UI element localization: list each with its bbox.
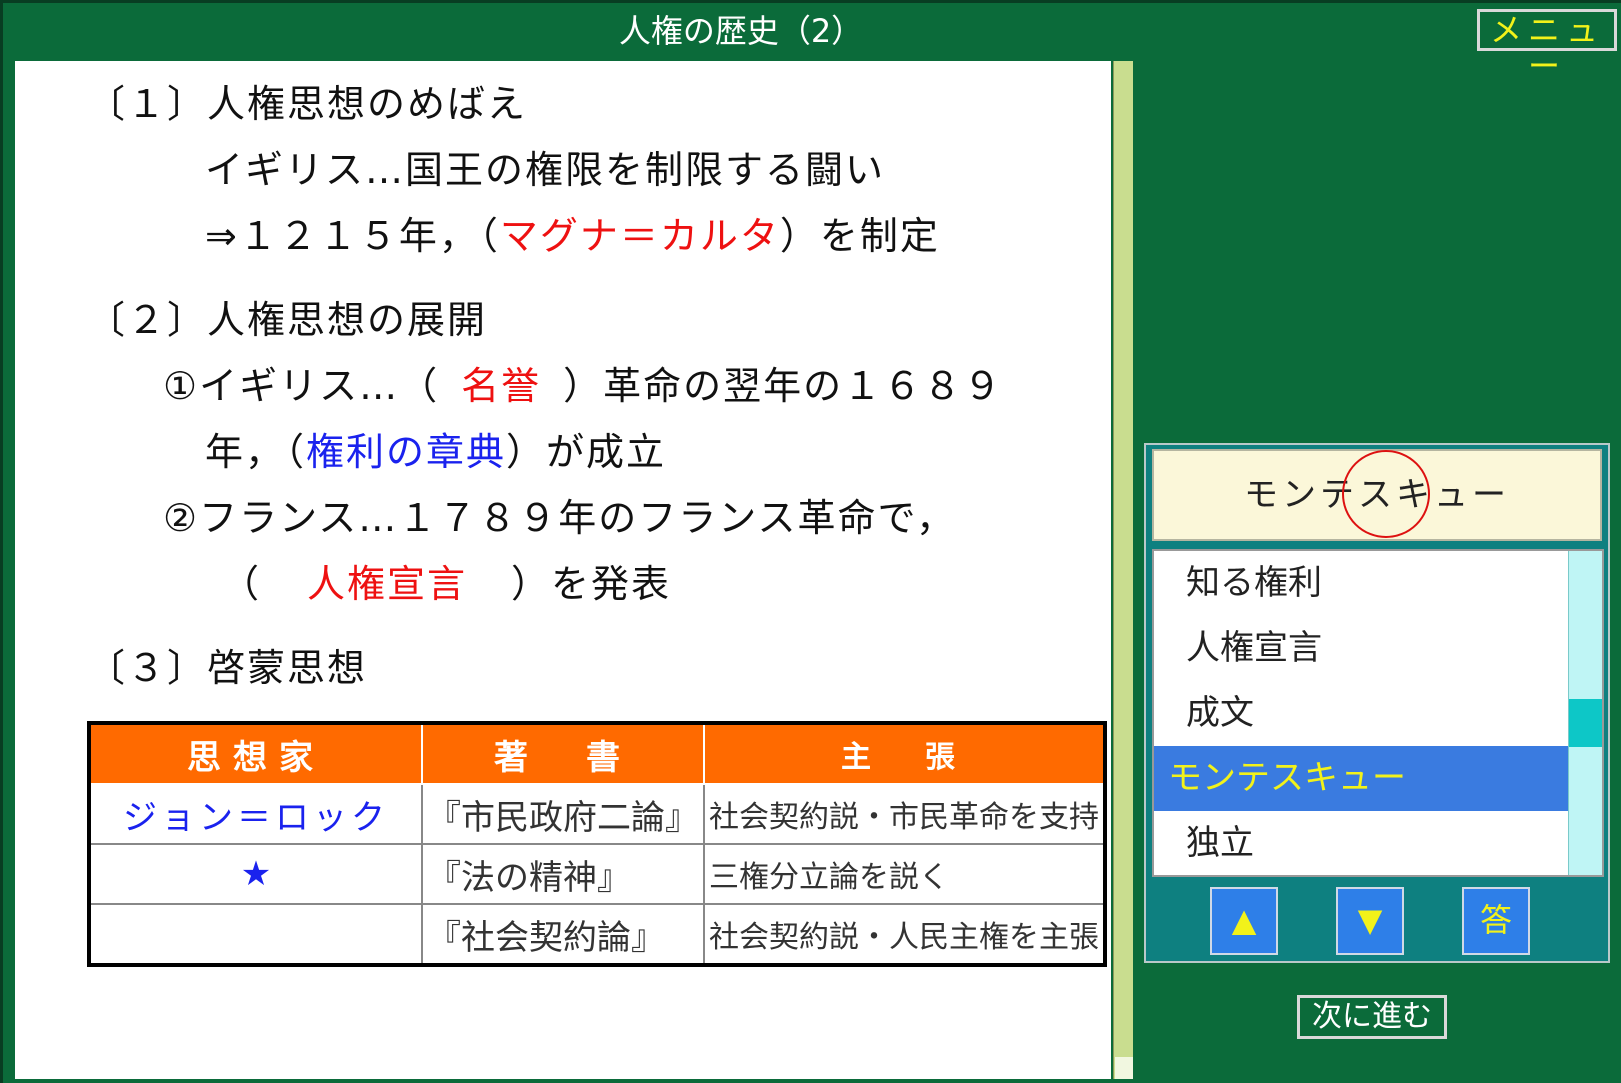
table-row: 『社会契約論』 社会契約説・人民主権を主張: [88, 903, 1106, 966]
book-cell: 『市民政府二論』: [421, 783, 705, 845]
answer-options-list[interactable]: 知る権利 人権宣言 成文 モンテスキュー 独立: [1152, 549, 1604, 877]
section-1-heading: 〔１〕人権思想のめばえ: [87, 82, 528, 126]
scroll-up-button[interactable]: ▲: [1210, 887, 1278, 955]
lesson-content: 〔１〕人権思想のめばえ イギリス…国王の権限を制限する闘い ⇒１２１５年，（マグ…: [15, 61, 1111, 1079]
answer-panel: モンテスキュー 知る権利 人権宣言 成文 モンテスキュー 独立 ▲ ▼ 答: [1144, 443, 1610, 963]
book-cell: 『社会契約論』: [421, 903, 705, 966]
book-cell: 『法の精神』: [421, 843, 705, 905]
next-button[interactable]: 次に進む: [1297, 995, 1447, 1039]
section-2-item-1b: 年，（権利の章典）が成立: [205, 421, 666, 476]
list-item-selected[interactable]: モンテスキュー: [1154, 746, 1590, 811]
section-2-item-1: ①イギリス…（ 名誉 ）革命の翌年の１６８９: [163, 355, 1003, 410]
section-1-line-1: イギリス…国王の権限を制限する闘い: [205, 148, 886, 192]
claim-cell: 三権分立論を説く: [703, 843, 1106, 905]
scrollbar-thumb[interactable]: [1115, 1057, 1133, 1079]
section-2-item-2b: （人権宣言 ）を発表: [221, 553, 671, 608]
answer-button[interactable]: 答: [1462, 887, 1530, 955]
answer-magna-carta[interactable]: マグナ＝カルタ: [500, 214, 780, 258]
thinkers-table: 思想家 著 書 主 張 ジョン＝ロック 『市民政府二論』 社会契約説・市民革命を…: [87, 721, 1107, 967]
section-2-heading: 〔２〕人権思想の展開: [87, 298, 488, 342]
line-text: ）が成立: [506, 430, 667, 474]
header-book: 著 書: [421, 722, 705, 785]
menu-button[interactable]: メニュー: [1477, 9, 1617, 84]
line-text: ①イギリス…（: [163, 364, 440, 408]
line-text: 年，（: [205, 430, 307, 474]
page-title: 人権の歴史（2）: [618, 12, 864, 50]
table-header-row: 思想家 著 書 主 張: [88, 722, 1106, 785]
thinker-cell: ジョン＝ロック: [88, 783, 423, 845]
section-2-item-2: ②フランス…１７８９年のフランス革命で，: [163, 496, 957, 540]
header-claim: 主 張: [703, 722, 1106, 785]
answer-display: モンテスキュー: [1152, 449, 1602, 541]
scroll-down-button[interactable]: ▼: [1336, 887, 1404, 955]
table-row: ★ 『法の精神』 三権分立論を説く: [88, 843, 1106, 905]
line-text: ）革命の翌年の１６８９: [563, 364, 1004, 408]
claim-cell: 社会契約説・市民革命を支持: [703, 783, 1106, 845]
line-text: ⇒１２１５年，（: [205, 214, 500, 258]
answer-bill-of-rights[interactable]: 権利の章典: [306, 430, 506, 474]
table-row: ジョン＝ロック 『市民政府二論』 社会契約説・市民革命を支持: [88, 783, 1106, 845]
list-item[interactable]: 人権宣言: [1154, 616, 1590, 681]
correct-circle-mark: [1342, 450, 1430, 538]
thinker-blank-star[interactable]: ★: [88, 843, 423, 905]
list-scrollbar[interactable]: [1568, 551, 1602, 875]
content-scrollbar[interactable]: [1113, 61, 1133, 1079]
claim-cell: 社会契約説・人民主権を主張: [703, 903, 1106, 966]
section-3-heading: 〔３〕啓蒙思想: [87, 646, 368, 690]
line-text: （: [221, 562, 262, 606]
list-item[interactable]: 知る権利: [1154, 551, 1590, 616]
header-thinker: 思想家: [88, 722, 423, 785]
line-text: ）を発表: [511, 562, 672, 606]
section-1-line-2: ⇒１２１５年，（マグナ＝カルタ）を制定: [205, 205, 940, 260]
list-item[interactable]: 独立: [1154, 811, 1590, 875]
app-window: 人権の歴史（2） メニュー 〔１〕人権思想のめばえ イギリス…国王の権限を制限す…: [0, 0, 1621, 1083]
line-text: ）を制定: [779, 214, 940, 258]
answer-declaration[interactable]: 人権宣言: [261, 562, 511, 606]
answer-meiyo[interactable]: 名誉: [439, 364, 563, 408]
list-item[interactable]: 成文: [1154, 681, 1590, 746]
thinker-cell[interactable]: [88, 903, 423, 966]
list-scrollbar-thumb[interactable]: [1569, 699, 1602, 747]
